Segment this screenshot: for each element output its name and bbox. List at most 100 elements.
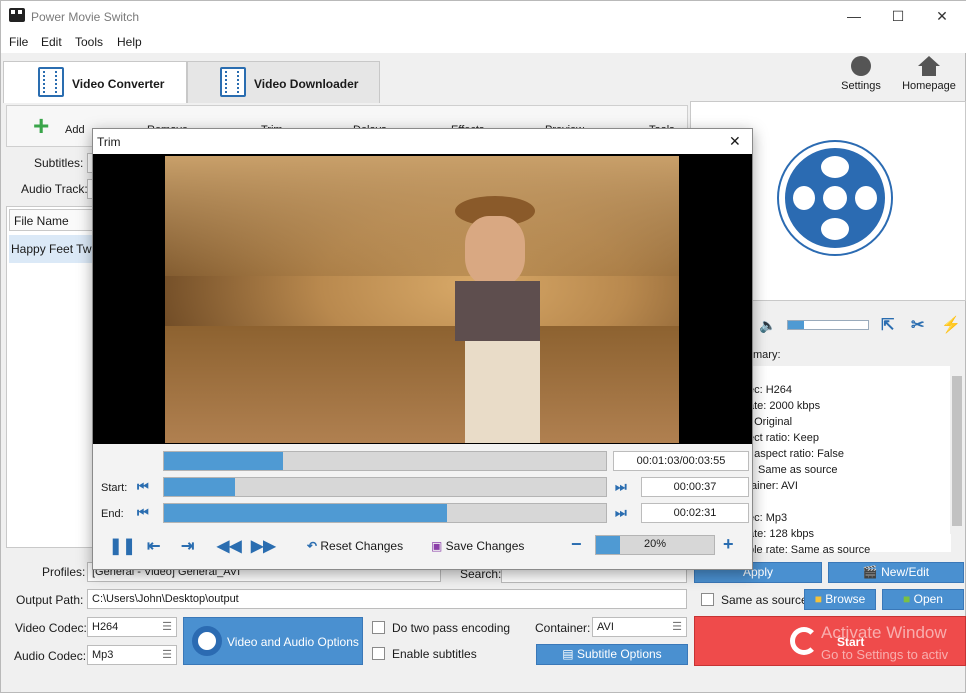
- tab-video-downloader[interactable]: Video Downloader: [187, 61, 380, 103]
- end-bar[interactable]: [163, 503, 607, 523]
- scissors-icon[interactable]: ✂: [911, 315, 924, 335]
- skip-back-icon[interactable]: ⏮: [137, 479, 149, 495]
- reset-changes-button[interactable]: ↶ Reset Changes: [307, 539, 403, 553]
- container-value: AVI: [597, 621, 614, 633]
- zoom-bar[interactable]: 20%: [595, 535, 715, 555]
- tab-video-converter[interactable]: Video Converter: [3, 61, 187, 103]
- home-icon-base: [922, 66, 936, 76]
- save-icon: ▣: [431, 539, 446, 553]
- save-changes-label: Save Changes: [445, 539, 525, 553]
- menu-edit[interactable]: Edit: [41, 35, 62, 49]
- list-icon: ☰: [162, 621, 172, 633]
- app-logo-icon: [9, 8, 25, 22]
- menu-help[interactable]: Help: [117, 35, 142, 49]
- menu-file[interactable]: File: [9, 35, 28, 49]
- film-icon: [38, 67, 64, 97]
- summary-line: t aspect ratio: False: [748, 448, 844, 460]
- output-path-input[interactable]: C:\Users\John\Desktop\output: [87, 589, 687, 609]
- enable-subtitles-checkbox[interactable]: [372, 647, 385, 660]
- film-download-icon: [220, 67, 246, 97]
- pause-icon[interactable]: ❚❚: [109, 536, 136, 556]
- reel-logo-icon: [779, 142, 891, 254]
- summary-line: ple rate: Same as source: [748, 544, 871, 556]
- minimize-button[interactable]: —: [831, 1, 877, 31]
- summary-line: ect ratio: Keep: [748, 432, 819, 444]
- gear-icon: [851, 56, 871, 76]
- homepage-label: Homepage: [902, 80, 956, 92]
- skip-forward-icon[interactable]: ⏭: [615, 479, 627, 495]
- start-label: Start:: [101, 482, 128, 494]
- file-name-header-label: File Name: [14, 214, 69, 228]
- profiles-label: Profiles:: [42, 565, 86, 579]
- summary-line: ate: 2000 kbps: [748, 400, 821, 412]
- undo-icon: ↶: [307, 539, 321, 553]
- fast-forward-icon[interactable]: ▶▶: [251, 536, 276, 556]
- activate-watermark: Activate Window: [821, 623, 947, 642]
- film-edit-icon: 🎬: [862, 565, 882, 579]
- step-forward-icon[interactable]: ⇥: [181, 536, 194, 556]
- rewind-icon[interactable]: ◀◀: [217, 536, 242, 556]
- summary-line: ate: 128 kbps: [748, 528, 815, 540]
- menu-bar: File Edit Tools Help: [1, 31, 966, 53]
- position-bar[interactable]: [163, 451, 607, 471]
- step-back-icon[interactable]: ⇤: [147, 536, 160, 556]
- end-time-input[interactable]: 00:02:31: [641, 503, 749, 523]
- settings-label: Settings: [841, 80, 881, 92]
- folder-icon: ■: [814, 592, 826, 606]
- start-bar[interactable]: [163, 477, 607, 497]
- same-as-source-checkbox[interactable]: [701, 593, 714, 606]
- video-preview: [93, 154, 752, 444]
- new-edit-button[interactable]: 🎬 New/Edit: [828, 562, 964, 583]
- skip-forward-icon[interactable]: ⏭: [615, 505, 627, 521]
- settings-button[interactable]: Settings: [826, 56, 896, 92]
- file-name-header[interactable]: File Name: [9, 209, 93, 231]
- wand-icon[interactable]: ⚡: [941, 315, 961, 335]
- two-pass-checkbox[interactable]: [372, 621, 385, 634]
- plus-icon: +: [33, 110, 50, 141]
- video-codec-select[interactable]: H264 ☰: [87, 617, 177, 637]
- save-changes-button[interactable]: ▣ Save Changes: [431, 539, 524, 553]
- start-time-input[interactable]: 00:00:37: [641, 477, 749, 497]
- browse-label: Browse: [825, 592, 866, 606]
- close-button[interactable]: ✕: [919, 1, 965, 31]
- start-button[interactable]: Start Activate Window Go to Settings to …: [694, 616, 966, 666]
- list-item[interactable]: Happy Feet Two.: [9, 235, 102, 263]
- file-row-name: Happy Feet Two.: [11, 242, 102, 256]
- video-codec-value: H264: [92, 621, 119, 633]
- two-pass-label: Do two pass encoding: [392, 621, 511, 635]
- container-label: Container:: [535, 621, 591, 635]
- open-button[interactable]: ■ Open: [882, 589, 964, 610]
- video-frame: [165, 156, 679, 443]
- start-bar-fill: [164, 478, 235, 496]
- skip-back-icon[interactable]: ⏮: [137, 505, 149, 521]
- window-title: Power Movie Switch: [31, 10, 140, 24]
- video-audio-options-button[interactable]: Video and Audio Options: [183, 617, 363, 665]
- menu-tools[interactable]: Tools: [75, 35, 103, 49]
- container-select[interactable]: AVI ☰: [592, 617, 687, 637]
- list-icon: ☰: [162, 649, 172, 661]
- title-bar: Power Movie Switch — ☐ ✕: [1, 1, 966, 31]
- reset-changes-label: Reset Changes: [320, 539, 404, 553]
- volume-slider[interactable]: [787, 320, 869, 330]
- maximize-button[interactable]: ☐: [875, 1, 921, 31]
- zoom-in-icon[interactable]: +: [723, 534, 734, 555]
- audio-codec-select[interactable]: Mp3 ☰: [87, 645, 177, 665]
- audio-track-label: Audio Track:: [21, 182, 88, 196]
- activate-watermark-sub: Go to Settings to activ: [821, 647, 949, 662]
- audio-codec-label: Audio Codec:: [14, 649, 87, 663]
- audio-codec-value: Mp3: [92, 649, 114, 661]
- subtitle-options-button[interactable]: ▤ Subtitle Options: [536, 644, 688, 665]
- summary-scrollbar[interactable]: [950, 366, 964, 534]
- summary-line: Same as source: [758, 464, 838, 476]
- summary-list: ec: H264 ate: 2000 kbps : Original ect r…: [747, 366, 951, 556]
- video-codec-label: Video Codec:: [15, 621, 87, 635]
- homepage-button[interactable]: Homepage: [894, 56, 964, 92]
- browse-button[interactable]: ■ Browse: [804, 589, 876, 610]
- reel-gear-icon: [192, 626, 222, 656]
- tab-label: Video Downloader: [254, 77, 359, 91]
- new-edit-label: New/Edit: [881, 565, 930, 579]
- external-icon[interactable]: ⇱: [881, 315, 894, 335]
- volume-icon[interactable]: 🔈: [759, 317, 776, 334]
- trim-close-button[interactable]: ✕: [729, 133, 741, 150]
- zoom-out-icon[interactable]: −: [571, 534, 582, 555]
